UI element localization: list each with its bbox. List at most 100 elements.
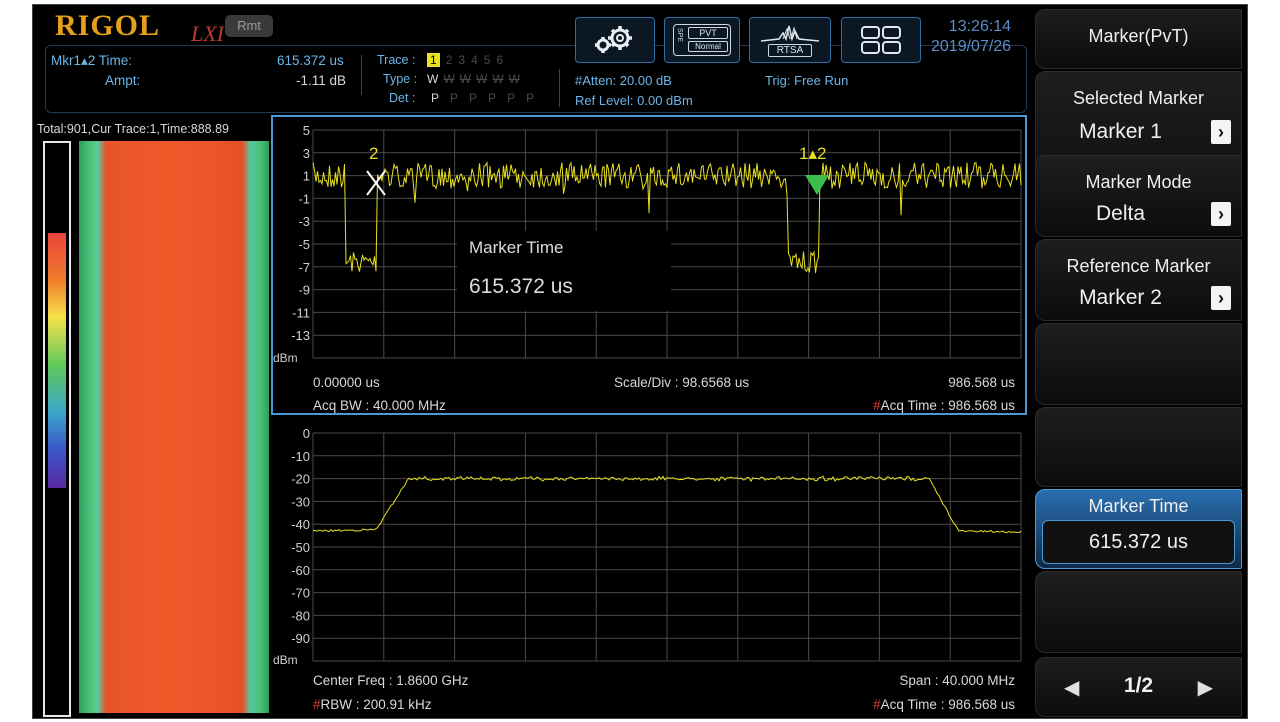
y-tick-label: -13 [291,328,310,343]
empty-softkey-5[interactable] [1035,407,1242,487]
pvt-x-start: 0.00000 us [313,375,380,390]
marker-2-label: 2 [369,144,378,163]
marker-ampt-label: Ampt: [105,73,141,88]
pvt-x-stop: 986.568 us [948,375,1015,390]
pvt-acq-bw: Acq BW : 40.000 MHz [313,398,446,413]
pvt-acq-time: #Acq Time : 986.568 us [873,398,1015,413]
y-tick-label: -40 [291,517,310,532]
rtsa-button[interactable]: RTSA [749,17,831,63]
trace-5[interactable]: 5 [484,53,491,67]
pvt-plot: 2 1▴2 Marker Time 615.372 us dBm 5 3 1 -1 -3… [271,115,1027,415]
center-freq: Center Freq : 1.8600 GHz [313,673,469,688]
analyzer-screen: RIGOL LXI Rmt Mkr1▴2 Time: Ampt: 615.372… [32,4,1248,719]
trace-4[interactable]: 4 [471,53,478,67]
color-gradient [48,233,66,488]
pvt-scale-div: Scale/Div : 98.6568 us [614,375,749,390]
span: Span : 40.000 MHz [899,673,1015,688]
rtsa-label: RTSA [767,44,813,57]
marker-time-value: 615.372 us [277,53,344,68]
ref-level-status: Ref Level: 0.00 dBm [575,93,693,108]
trace-detectors: P P P P P P [431,91,534,105]
marker-mode-softkey[interactable]: Marker Mode Delta › [1035,155,1242,237]
overlay-value: 615.372 us [469,275,573,298]
next-page-icon[interactable]: ▶ [1198,675,1213,700]
chevron-right-icon: › [1211,120,1231,144]
remote-indicator: Rmt [225,15,273,37]
softkey-title-label: Marker(PvT) [1088,26,1189,46]
pvt-y-unit: dBm [273,351,298,365]
reference-marker-softkey[interactable]: Reference Marker Marker 2 › [1035,239,1242,321]
softkey-title: Marker(PvT) [1035,9,1242,69]
trace-2[interactable]: 2 [446,53,453,67]
marker-time-softkey[interactable]: Marker Time 615.372 us [1035,489,1242,569]
clock: 13:26:14 2019/07/26 [931,17,1011,57]
selected-marker-label: Selected Marker [1072,88,1205,108]
y-tick-label: -9 [298,283,310,298]
marker-1-delta-label: 1▴2 [799,144,826,163]
gears-icon [595,26,632,53]
marker-mode-label: Marker Mode [1085,172,1192,192]
y-tick-label: -80 [291,608,310,623]
reference-marker-value: Marker 2 [1079,286,1162,309]
trace-type-5: W [492,72,504,86]
rbw: #RBW : 200.91 kHz [313,697,432,712]
y-tick-label: -5 [298,237,310,252]
settings-button[interactable] [575,17,655,63]
atten-status: #Atten: 20.00 dB [575,73,672,88]
trigger-status: Trig: Free Run [765,73,849,88]
layout-button[interactable] [841,17,921,63]
spectrum-acq-time: #Acq Time : 986.568 us [873,697,1015,712]
trace-3[interactable]: 3 [458,53,465,67]
type-label: Type : [383,72,418,86]
rtsa-spectrum-icon [760,25,820,42]
trace-1[interactable]: 1 [427,53,440,67]
y-tick-label: -90 [291,631,310,646]
trace-label: Trace : [377,53,416,67]
y-tick-label: -70 [291,586,310,601]
y-tick-label: -11 [292,305,310,320]
trace-types: W W W W W W [427,72,520,86]
spectrum-plot: dBm 0 -10 -20 -30 -40 -50 -60 -70 -80 -90 Center … [273,426,1022,712]
empty-softkey-7[interactable] [1035,571,1242,653]
marker-2[interactable] [366,170,386,196]
pvt-label: PVT [688,27,728,39]
clock-time: 13:26:14 [948,18,1012,35]
trace-6[interactable]: 6 [496,53,503,67]
y-tick-label: -3 [298,214,310,229]
marker-time-label: Mkr1▴2 Time: [51,53,133,68]
spectrogram-display [79,141,269,713]
normal-label: Normal [688,41,728,52]
grid-layout-icon [861,26,901,54]
y-tick-label: -20 [291,472,310,487]
selected-marker-value: Marker 1 [1079,120,1162,143]
chevron-right-icon: › [1211,202,1231,226]
pvt-acq-time-text: Acq Time : 986.568 us [881,398,1016,413]
lxi-logo: LXI [191,21,224,46]
chevron-right-icon: › [1211,286,1231,310]
overlay-title: Marker Time [469,238,563,257]
trace-type-1: W [427,72,439,86]
divider [361,55,362,95]
trace-type-4: W [475,72,488,86]
y-tick-label: 3 [303,146,310,161]
empty-softkey-4[interactable] [1035,323,1242,405]
color-scale-bar [43,141,71,717]
trace-det-2: P [450,91,459,105]
y-tick-label: -7 [298,260,310,275]
y-tick-label: -1 [298,191,310,206]
pvt-icon: SPE PVT Normal [673,24,731,56]
spectrum-grid [312,432,1022,662]
marker-time-input[interactable]: 615.372 us [1042,520,1235,564]
pvt-y-ticks: 5 3 1 -1 -3 -5 -7 -9 -11 -13 [291,123,310,343]
reference-marker-label: Reference Marker [1066,256,1211,276]
spectrum-acq-time-text: Acq Time : 986.568 us [881,697,1016,712]
trace-type-2: W [443,72,455,86]
page-navigation: ◀ 1/2 ▶ [1035,657,1242,717]
mode-pvt-button[interactable]: SPE PVT Normal [664,17,740,63]
marker-mode-value: Delta [1095,202,1146,225]
rigol-logo: RIGOL [55,9,161,42]
trace-det-1: P [431,91,440,105]
trace-type-6: W [508,72,520,86]
trace-selector[interactable]: 1 2 3 4 5 6 [427,53,503,67]
trace-det-3: P [469,91,478,105]
